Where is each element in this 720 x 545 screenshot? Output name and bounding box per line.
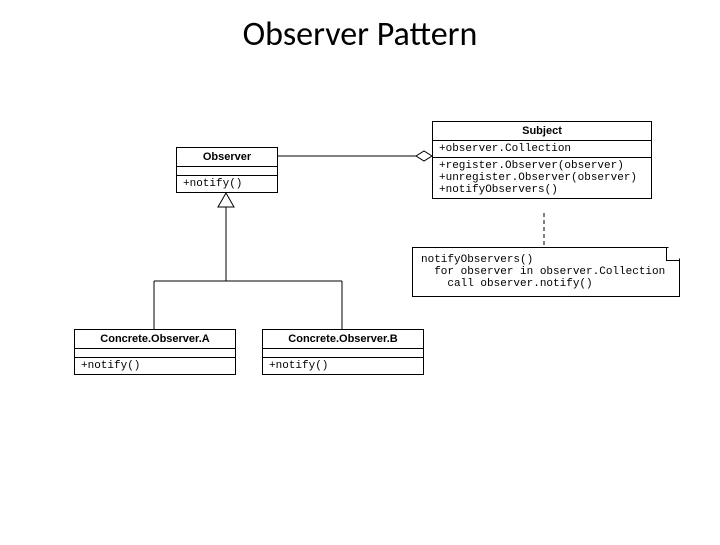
- operation: +notify(): [81, 360, 229, 372]
- operation: +notifyObservers(): [439, 184, 645, 196]
- class-operations: +notify(): [263, 358, 423, 374]
- generalization-arrow-icon: [218, 193, 234, 207]
- aggregation-diamond-icon: [416, 151, 432, 161]
- class-subject: Subject +observer.Collection +register.O…: [432, 121, 652, 199]
- class-observer: Observer +notify(): [176, 147, 278, 193]
- class-concrete-observer-a: Concrete.Observer.A +notify(): [74, 329, 236, 375]
- attribute: +observer.Collection: [439, 143, 645, 155]
- class-operations: +notify(): [75, 358, 235, 374]
- class-attributes: [177, 167, 277, 176]
- class-name: Concrete.Observer.A: [75, 330, 235, 349]
- operation: +notify(): [183, 178, 271, 190]
- note: notifyObservers() for observer in observ…: [412, 247, 680, 297]
- class-operations: +register.Observer(observer) +unregister…: [433, 158, 651, 198]
- class-attributes: [75, 349, 235, 358]
- operation: +notify(): [269, 360, 417, 372]
- class-attributes: [263, 349, 423, 358]
- class-name: Concrete.Observer.B: [263, 330, 423, 349]
- class-concrete-observer-b: Concrete.Observer.B +notify(): [262, 329, 424, 375]
- operation: +register.Observer(observer): [439, 160, 645, 172]
- operation: +unregister.Observer(observer): [439, 172, 645, 184]
- class-name: Subject: [433, 122, 651, 141]
- class-attributes: +observer.Collection: [433, 141, 651, 158]
- class-name: Observer: [177, 148, 277, 167]
- diagram-canvas: Observer +notify() Subject +observer.Col…: [0, 55, 720, 545]
- class-operations: +notify(): [177, 176, 277, 192]
- page-title: Observer Pattern: [0, 0, 720, 55]
